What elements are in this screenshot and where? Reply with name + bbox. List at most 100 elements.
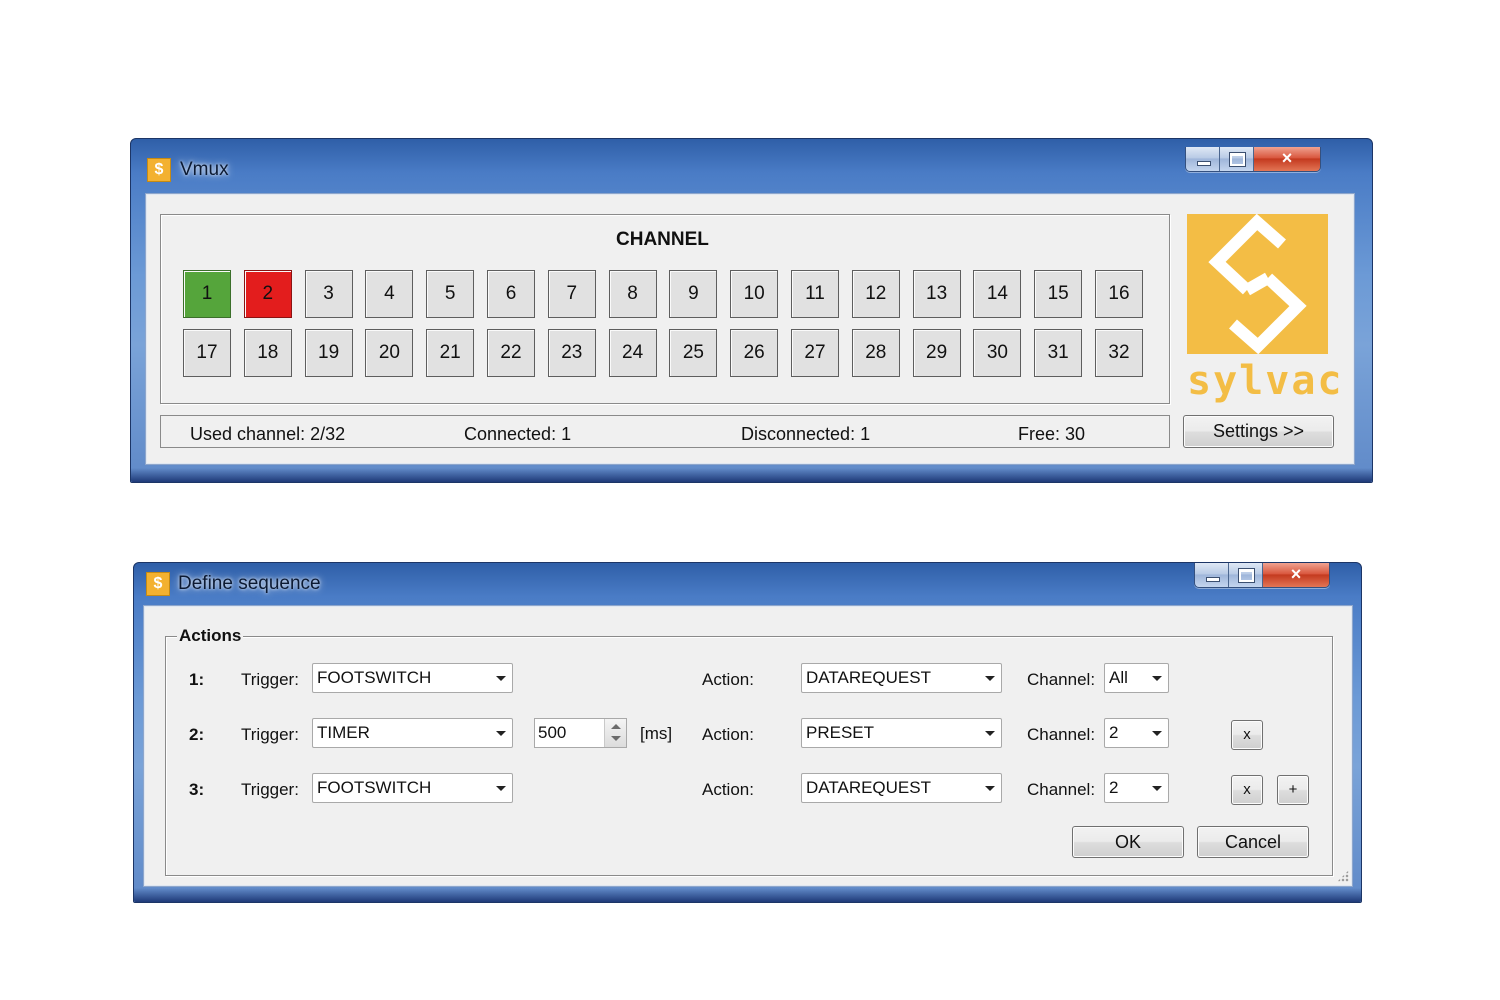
- trigger-value: TIMER: [317, 723, 370, 742]
- channel-button-17[interactable]: 17: [183, 329, 231, 377]
- channel-button-22[interactable]: 22: [487, 329, 535, 377]
- chevron-down-icon: [1152, 786, 1162, 791]
- channel-label: Channel:: [1027, 725, 1096, 744]
- action-select[interactable]: PRESET: [801, 718, 1002, 748]
- maximize-button[interactable]: [1229, 563, 1263, 587]
- resize-grip-icon[interactable]: [1337, 870, 1349, 882]
- row-number: 3:: [189, 780, 205, 799]
- channel-button-31[interactable]: 31: [1034, 329, 1083, 377]
- trigger-select[interactable]: FOOTSWITCH: [312, 773, 513, 803]
- action-select[interactable]: DATAREQUEST: [801, 773, 1002, 803]
- chevron-down-icon: [496, 786, 506, 791]
- channel-button-21[interactable]: 21: [426, 329, 475, 377]
- timer-unit-label: [ms]: [640, 724, 673, 743]
- sequence-client-area: Actions 1: Trigger: FOOTSWITCH Action: D…: [143, 605, 1353, 887]
- trigger-select[interactable]: TIMER: [312, 718, 513, 748]
- chevron-down-icon: [496, 676, 506, 681]
- close-button[interactable]: ×: [1263, 563, 1329, 587]
- vmux-caption-buttons: ×: [1185, 147, 1321, 172]
- channel-button-10[interactable]: 10: [730, 270, 779, 318]
- channel-button-23[interactable]: 23: [547, 329, 596, 377]
- action-value: DATAREQUEST: [806, 668, 931, 687]
- sylvac-logo: [1187, 213, 1328, 355]
- cancel-button[interactable]: Cancel: [1197, 826, 1309, 858]
- spin-updown-icon[interactable]: [604, 719, 626, 747]
- channel-button-9[interactable]: 9: [669, 270, 718, 318]
- row-number: 2:: [189, 725, 205, 744]
- channel-value: 2: [1109, 778, 1119, 797]
- channel-button-18[interactable]: 18: [243, 329, 292, 377]
- channel-button-25[interactable]: 25: [669, 329, 718, 377]
- sequence-titlebar[interactable]: $ Define sequence ×: [134, 563, 1361, 611]
- channel-button-7[interactable]: 7: [547, 270, 596, 318]
- status-bar: Used channel: 2/32 Connected: 1 Disconne…: [160, 415, 1170, 448]
- channel-button-20[interactable]: 20: [365, 329, 414, 377]
- add-step-button[interactable]: +: [1277, 775, 1309, 805]
- sequence-window: $ Define sequence × Actions 1: Trigger: …: [133, 562, 1362, 903]
- sylvac-s-icon: [1208, 213, 1307, 355]
- minimize-button[interactable]: [1195, 563, 1229, 587]
- trigger-label: Trigger:: [241, 780, 299, 799]
- channel-label: Channel:: [1027, 780, 1096, 799]
- action-value: DATAREQUEST: [806, 778, 931, 797]
- channel-button-16[interactable]: 16: [1095, 270, 1143, 318]
- sylvac-logo-text: sylvac: [1187, 358, 1344, 404]
- channel-button-27[interactable]: 27: [791, 329, 839, 377]
- channel-button-28[interactable]: 28: [851, 329, 900, 377]
- channel-button-30[interactable]: 30: [973, 329, 1022, 377]
- chevron-down-icon: [1152, 676, 1162, 681]
- channel-button-32[interactable]: 32: [1095, 329, 1143, 377]
- channel-button-19[interactable]: 19: [304, 329, 353, 377]
- settings-button[interactable]: Settings >>: [1183, 415, 1334, 448]
- maximize-button[interactable]: [1220, 147, 1254, 171]
- channel-value: 2: [1109, 723, 1119, 742]
- action-label: Action:: [702, 670, 754, 689]
- channel-button-2[interactable]: 2: [243, 270, 292, 318]
- vmux-window-title: Vmux: [180, 159, 229, 180]
- channel-button-12[interactable]: 12: [851, 270, 900, 318]
- channel-button-26[interactable]: 26: [730, 329, 779, 377]
- timer-value: 500: [538, 723, 567, 742]
- vmux-titlebar[interactable]: $ Vmux ×: [131, 139, 1372, 187]
- action-value: PRESET: [806, 723, 875, 742]
- action-select[interactable]: DATAREQUEST: [801, 663, 1002, 693]
- channel-button-4[interactable]: 4: [365, 270, 414, 318]
- action-label: Action:: [702, 725, 754, 744]
- trigger-select[interactable]: FOOTSWITCH: [312, 663, 513, 693]
- channel-select[interactable]: All: [1104, 663, 1169, 693]
- connected-status: Connected: 1: [464, 424, 572, 444]
- chevron-down-icon: [1152, 731, 1162, 736]
- timer-stepper[interactable]: 500: [534, 718, 627, 748]
- channel-groupbox: CHANNEL 1 2 3 4 5 6 7 8 9 10 11 12 13 14 15 16 17 18 19 20 2…: [160, 214, 1170, 404]
- channel-label: Channel:: [1027, 670, 1096, 689]
- remove-step-button[interactable]: x: [1231, 720, 1263, 750]
- ok-button[interactable]: OK: [1072, 826, 1184, 858]
- chevron-down-icon: [985, 786, 995, 791]
- channel-grid: 1 2 3 4 5 6 7 8 9 10 11 12 13 14 15 16 17 18 19 20 21 22 23 24 2…: [183, 270, 1153, 382]
- sylvac-app-icon: $: [146, 572, 170, 596]
- channel-select[interactable]: 2: [1104, 773, 1169, 803]
- channel-button-11[interactable]: 11: [791, 270, 839, 318]
- trigger-value: FOOTSWITCH: [317, 778, 432, 797]
- channel-button-6[interactable]: 6: [487, 270, 535, 318]
- free-status: Free: 30: [1018, 424, 1086, 444]
- vmux-client-area: CHANNEL 1 2 3 4 5 6 7 8 9 10 11 12 13 14 15 16 17 18 19 20 2…: [145, 193, 1355, 465]
- used-channel-status: Used channel: 2/32: [190, 424, 346, 444]
- sequence-caption-buttons: ×: [1194, 563, 1330, 588]
- close-button[interactable]: ×: [1254, 147, 1320, 171]
- channel-button-14[interactable]: 14: [973, 270, 1022, 318]
- minimize-button[interactable]: [1186, 147, 1220, 171]
- channel-button-13[interactable]: 13: [912, 270, 961, 318]
- channel-button-3[interactable]: 3: [304, 270, 353, 318]
- channel-button-29[interactable]: 29: [912, 329, 961, 377]
- channel-button-8[interactable]: 8: [608, 270, 657, 318]
- channel-select[interactable]: 2: [1104, 718, 1169, 748]
- channel-button-5[interactable]: 5: [426, 270, 475, 318]
- remove-step-button[interactable]: x: [1231, 775, 1263, 805]
- chevron-down-icon: [985, 731, 995, 736]
- channel-button-24[interactable]: 24: [608, 329, 657, 377]
- channel-button-1[interactable]: 1: [183, 270, 231, 318]
- actions-group-title: Actions: [177, 626, 244, 646]
- disconnected-status: Disconnected: 1: [741, 424, 871, 444]
- channel-button-15[interactable]: 15: [1034, 270, 1083, 318]
